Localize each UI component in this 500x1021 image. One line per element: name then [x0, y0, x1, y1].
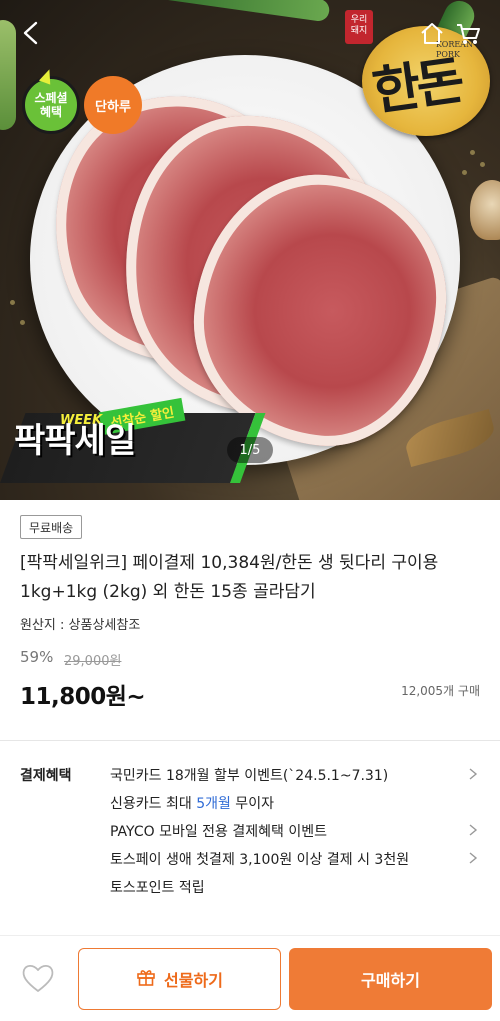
mushroom-decoration	[470, 180, 500, 240]
seal-line1: 우리	[350, 15, 368, 25]
free-shipping-badge: 무료배송	[20, 515, 83, 539]
special-badge-line1: 스페셜	[34, 91, 68, 105]
special-benefit-badge: 스페셜 혜택	[22, 67, 80, 134]
carousel-pager: 1/5	[227, 437, 273, 463]
herb-decoration	[0, 20, 16, 130]
peppercorn	[480, 162, 485, 167]
logo-en-line2: PORK	[436, 50, 460, 59]
benefit-text: 신용카드 최대 5개월 무이자	[110, 793, 274, 813]
benefit-text-before: 신용카드 최대	[110, 796, 197, 812]
cart-icon[interactable]	[454, 20, 482, 48]
peppercorn	[462, 170, 467, 175]
chevron-right-icon	[466, 851, 480, 865]
sale-price: 11,800원~	[20, 684, 146, 710]
product-title: [팍팍세일위크] 페이결제 10,384원/한돈 생 뒷다리 구이용 1kg+1…	[20, 553, 439, 602]
benefit-text: 국민카드 18개월 할부 이벤트(`24.5.1~7.31)	[110, 768, 389, 784]
peppercorn	[20, 320, 25, 325]
benefit-item-interest-free: 신용카드 최대 5개월 무이자	[110, 791, 480, 815]
benefit-text-after: 무이자	[230, 796, 274, 812]
benefit-highlight: 5개월	[196, 796, 231, 812]
sold-count: 12,005개 구매	[401, 684, 480, 698]
week-sale-banner: 선착순 할인 WEEK 팍팍세일	[0, 397, 266, 483]
peppercorn	[470, 150, 475, 155]
benefit-item-tosspoint: 토스포인트 적립	[110, 875, 480, 899]
benefit-text: 토스포인트 적립	[110, 880, 205, 896]
back-arrow-icon[interactable]	[16, 18, 46, 48]
buy-button[interactable]: 구매하기	[289, 948, 492, 1010]
seal-line2: 돼지	[350, 26, 368, 36]
home-icon[interactable]	[418, 20, 446, 48]
discount-rate: 59%	[20, 648, 54, 666]
section-divider	[0, 740, 500, 741]
gift-button[interactable]: 선물하기	[78, 948, 281, 1010]
section-divider	[0, 935, 500, 936]
benefit-text: 토스페이 생애 첫결제 3,100원 이상 결제 시 3천원	[110, 852, 410, 868]
payment-benefit-label: 결제혜택	[20, 768, 72, 784]
benefit-item-kb-card[interactable]: 국민카드 18개월 할부 이벤트(`24.5.1~7.31)	[110, 763, 480, 787]
heart-icon[interactable]	[18, 958, 58, 998]
benefit-item-tosspay[interactable]: 토스페이 생애 첫결제 3,100원 이상 결제 시 3천원	[110, 847, 480, 871]
product-image-carousel[interactable]: 스페셜 혜택 단하루 우리 돼지 한돈 KOREAN PORK 선착순 할인 WEE…	[0, 0, 500, 500]
brand-seal: 우리 돼지	[345, 10, 373, 44]
lightning-icon	[38, 67, 56, 85]
chevron-right-icon	[466, 767, 480, 781]
gift-button-label: 선물하기	[164, 971, 223, 990]
one-day-badge: 단하루	[84, 76, 142, 134]
herb-decoration	[149, 0, 331, 23]
benefit-text: PAYCO 모바일 전용 결제혜택 이벤트	[110, 824, 327, 840]
chevron-right-icon	[466, 823, 480, 837]
gift-icon	[136, 967, 156, 991]
buy-button-label: 구매하기	[361, 971, 420, 990]
special-badge-line2: 혜택	[39, 105, 63, 119]
original-price: 29,000원	[64, 654, 122, 669]
product-origin: 원산지 : 상품상세참조	[20, 618, 141, 633]
benefit-item-payco[interactable]: PAYCO 모바일 전용 결제혜택 이벤트	[110, 819, 480, 843]
peppercorn	[10, 300, 15, 305]
